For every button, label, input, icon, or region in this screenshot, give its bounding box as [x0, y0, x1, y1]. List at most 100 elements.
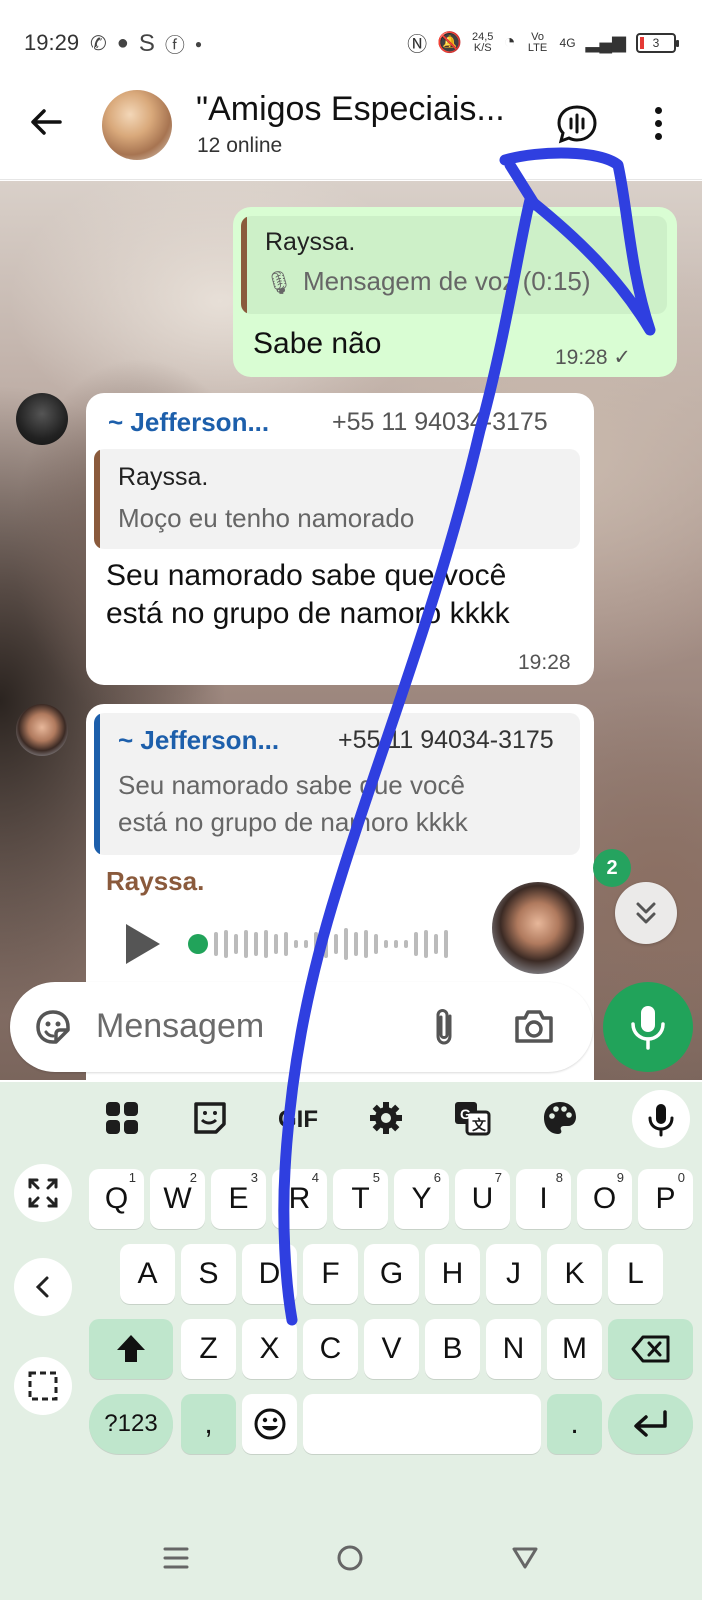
- key-z[interactable]: Z: [181, 1319, 236, 1379]
- more-options-icon[interactable]: [648, 104, 668, 144]
- key-i[interactable]: I8: [516, 1169, 571, 1229]
- attach-icon[interactable]: [428, 1006, 462, 1048]
- notification-icons: ✆ ● S ⓕ ●: [90, 29, 202, 58]
- key-x[interactable]: X: [242, 1319, 297, 1379]
- jefferson-avatar[interactable]: [16, 393, 68, 445]
- shift-arrow-icon: [117, 1335, 145, 1362]
- sticker-icon[interactable]: [32, 1006, 74, 1048]
- chat-area[interactable]: Rayssa. 🎙 Mensagem de voz (0:15) Sabe não…: [0, 181, 702, 1080]
- translate-icon[interactable]: G文: [452, 1100, 492, 1140]
- message-time: 19:28: [518, 651, 571, 674]
- chat-icon: ●: [116, 32, 129, 54]
- comma-key[interactable]: ,: [181, 1394, 236, 1454]
- back-arrow-icon[interactable]: [26, 102, 66, 142]
- message-input[interactable]: Mensagem: [96, 1007, 264, 1046]
- home-circle-icon[interactable]: [330, 1538, 370, 1578]
- voice-waveform[interactable]: [186, 926, 466, 962]
- message-text: Seu namorado sabe que você está no grupo…: [106, 559, 510, 630]
- group-title[interactable]: "Amigos Especiais...: [196, 90, 505, 129]
- emoji-icon: [254, 1408, 285, 1440]
- select-text-icon[interactable]: [14, 1357, 72, 1415]
- key-k[interactable]: K: [547, 1244, 602, 1304]
- message-sender[interactable]: Rayssa.: [106, 866, 204, 897]
- mic-icon: 🎙: [265, 270, 293, 295]
- camera-icon[interactable]: [512, 1006, 556, 1046]
- palette-icon[interactable]: [540, 1100, 580, 1140]
- quote-sender: Rayssa.: [118, 463, 209, 491]
- voice-play-icon[interactable]: [126, 924, 160, 964]
- key-r[interactable]: R4: [272, 1169, 327, 1229]
- key-d[interactable]: D: [242, 1244, 297, 1304]
- more-notifications-icon: ●: [194, 36, 203, 51]
- backspace-key[interactable]: [608, 1319, 693, 1379]
- backspace-icon: [631, 1335, 669, 1363]
- key-s[interactable]: S: [181, 1244, 236, 1304]
- rayssa-avatar[interactable]: [16, 704, 68, 756]
- battery-icon: 3: [636, 32, 679, 53]
- key-t[interactable]: T5: [333, 1169, 388, 1229]
- svg-text:文: 文: [472, 1117, 487, 1133]
- key-c[interactable]: C: [303, 1319, 358, 1379]
- check-icon: ✓: [613, 346, 632, 369]
- unread-count-badge[interactable]: 2: [593, 849, 631, 887]
- apps-grid-icon[interactable]: [102, 1100, 142, 1140]
- incoming-message[interactable]: ~ Jefferson... +55 11 94034-3175 Rayssa.…: [86, 393, 594, 685]
- recents-menu-icon[interactable]: [156, 1538, 196, 1578]
- key-p[interactable]: P0: [638, 1169, 693, 1229]
- key-n[interactable]: N: [486, 1319, 541, 1379]
- quote-sender: ~ Jefferson...: [118, 725, 280, 755]
- message-text: Sabe não: [253, 327, 382, 360]
- group-avatar[interactable]: [102, 90, 172, 160]
- mic-icon: [631, 1006, 665, 1050]
- enter-key[interactable]: [608, 1394, 693, 1454]
- scroll-down-icon[interactable]: [615, 882, 677, 944]
- emoji-key[interactable]: [242, 1394, 297, 1454]
- settings-gear-icon[interactable]: [366, 1100, 406, 1140]
- shift-key[interactable]: [89, 1319, 173, 1379]
- enter-icon: [633, 1410, 667, 1437]
- expand-keyboard-icon[interactable]: [14, 1164, 72, 1222]
- navigation-bar: [0, 1520, 702, 1600]
- message-sender[interactable]: ~ Jefferson...: [108, 407, 269, 438]
- mic-record-button[interactable]: [603, 982, 693, 1072]
- quoted-voice-message[interactable]: Rayssa. 🎙 Mensagem de voz (0:15): [241, 216, 667, 314]
- key-u[interactable]: U7: [455, 1169, 510, 1229]
- key-l[interactable]: L: [608, 1244, 663, 1304]
- quote-text: 🎙 Mensagem de voz (0:15): [265, 266, 591, 296]
- key-f[interactable]: F: [303, 1244, 358, 1304]
- space-key[interactable]: [303, 1394, 541, 1454]
- key-v[interactable]: V: [364, 1319, 419, 1379]
- key-b[interactable]: B: [425, 1319, 480, 1379]
- message-input-bar: Mensagem: [10, 982, 593, 1072]
- key-e[interactable]: E3: [211, 1169, 266, 1229]
- key-o[interactable]: O9: [577, 1169, 632, 1229]
- nfc-icon: Ⓝ: [407, 34, 428, 56]
- key-a[interactable]: A: [120, 1244, 175, 1304]
- s-app-icon: S: [138, 29, 155, 57]
- net-speed: 24,5 K/S: [472, 30, 494, 54]
- symbols-key[interactable]: ?123: [89, 1394, 173, 1454]
- key-h[interactable]: H: [425, 1244, 480, 1304]
- key-y[interactable]: Y6: [394, 1169, 449, 1229]
- whatsapp-icon: ✆: [90, 33, 107, 55]
- key-m[interactable]: M: [547, 1319, 602, 1379]
- network-label: 4G: [559, 35, 576, 50]
- mute-icon: 🔕: [437, 32, 463, 54]
- cursor-left-icon[interactable]: [14, 1258, 72, 1316]
- key-q[interactable]: Q1: [89, 1169, 144, 1229]
- key-w[interactable]: W2: [150, 1169, 205, 1229]
- gif-button[interactable]: GIF: [272, 1100, 324, 1140]
- key-j[interactable]: J: [486, 1244, 541, 1304]
- voice-typing-mic-icon[interactable]: [632, 1090, 690, 1148]
- period-key[interactable]: .: [547, 1394, 602, 1454]
- quoted-message[interactable]: Rayssa. Moço eu tenho namorado: [94, 449, 580, 549]
- key-g[interactable]: G: [364, 1244, 419, 1304]
- outgoing-message[interactable]: Rayssa. 🎙 Mensagem de voz (0:15) Sabe não…: [233, 207, 677, 377]
- message-time: 19:28 ✓: [555, 346, 632, 369]
- sticker-keyboard-icon[interactable]: [190, 1100, 230, 1140]
- voice-chat-icon[interactable]: [556, 104, 598, 144]
- back-triangle-icon[interactable]: [505, 1538, 545, 1578]
- status-time: 19:29: [24, 30, 80, 55]
- quote-text: Seu namorado sabe que você está no grupo…: [118, 770, 468, 837]
- quoted-message[interactable]: ~ Jefferson... +55 11 94034-3175 Seu nam…: [94, 713, 580, 855]
